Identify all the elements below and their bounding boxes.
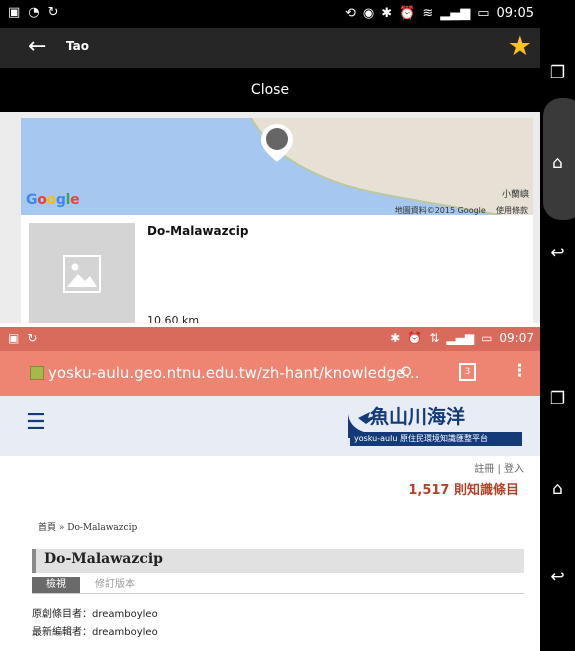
google-logo: Google — [26, 192, 80, 208]
reload-icon[interactable]: ⟲ — [398, 362, 411, 381]
alarm-icon: ⏰ — [399, 6, 416, 21]
back-arrow-icon[interactable]: ← — [28, 34, 46, 59]
hamburger-menu-icon[interactable]: ☰ — [26, 410, 46, 435]
map-copyright: 地圖資料©2015 Google — [394, 206, 486, 215]
cast-icon: ◔ — [28, 5, 40, 20]
google-logo-letter: e — [70, 192, 80, 208]
back-icon[interactable]: ↩ — [540, 238, 575, 268]
bluetooth-icon: ✱ — [381, 6, 393, 21]
favorite-star-icon[interactable]: ★ — [508, 31, 532, 62]
home-icon-2[interactable]: ⌂ — [540, 474, 575, 504]
status-bar: ▣ ◔ ↻ ⟲ ◉ ✱ ⏰ ≋ ▂▄▆ ▭ 09:05 — [0, 0, 540, 28]
google-logo-letter: o — [37, 192, 47, 208]
tab-switcher-icon[interactable]: 3 — [459, 363, 476, 381]
tab-revisions[interactable]: 修訂版本 — [95, 577, 135, 593]
map-app-screen: ▣ ◔ ↻ ⟲ ◉ ✱ ⏰ ≋ ▂▄▆ ▭ 09:05 ← Tao ★ Clos… — [0, 0, 540, 323]
app-title: Tao — [66, 39, 89, 53]
logo-title: 魚山川海洋 — [370, 406, 466, 428]
battery-icon: ▭ — [477, 6, 490, 21]
status-bar-2: ▣ ↻ ✱ ⏰ ⇅ ▂▄▆ ▭ 09:07 — [0, 327, 540, 351]
site-logo[interactable]: 魚山川海洋 yosku-aulu 原住民環境知識匯整平台 — [344, 402, 524, 450]
place-thumbnail — [29, 223, 135, 323]
rotate-icon: ⟲ — [344, 6, 356, 21]
breadcrumb[interactable]: 首頁 » Do-Malawazcip — [38, 520, 137, 533]
map-attribution: 地圖資料©2015 Google 使用條款 — [395, 205, 528, 215]
map-sea-shape — [21, 118, 502, 215]
alarm-icon: ⏰ — [407, 331, 423, 345]
place-distance: 10.60 km — [147, 314, 200, 323]
editor-line: 最新編輯者：dreamboyleo — [32, 627, 158, 638]
site-favicon-icon — [30, 366, 44, 380]
map-terms-link[interactable]: 使用條款 — [496, 206, 528, 215]
status-time: 09:05 — [496, 6, 534, 21]
google-logo-letter: g — [55, 192, 66, 208]
wifi-icon: ≋ — [422, 6, 434, 21]
auth-links[interactable]: 註冊 | 登入 — [474, 460, 524, 475]
back-icon-2[interactable]: ↩ — [540, 562, 575, 592]
nfc-icon: ◉ — [362, 6, 375, 21]
image-notification-icon: ▣ — [8, 331, 20, 345]
google-logo-letter: G — [26, 192, 38, 208]
logo-subtitle: yosku-aulu 原住民環境知識匯整平台 — [350, 432, 522, 446]
signal-icon: ▂▄▆ — [446, 331, 475, 345]
place-name: Do-Malawazcip — [147, 224, 249, 238]
image-placeholder-icon — [63, 255, 101, 293]
browser-url-bar: yosku-aulu.geo.ntnu.edu.tw/zh-hant/knowl… — [0, 351, 540, 396]
overflow-menu-icon[interactable]: ⋮ — [511, 361, 528, 381]
browser-screen: ▣ ↻ ✱ ⏰ ⇅ ▂▄▆ ▭ 09:07 yosku-aulu.geo.ntn… — [0, 327, 540, 651]
image-notification-icon: ▣ — [8, 5, 21, 20]
page-title: Do-Malawazcip — [44, 551, 163, 567]
map-view[interactable]: Google 小蘭嶼 地圖資料©2015 Google 使用條款 — [21, 118, 533, 215]
site-header: ☰ 魚山川海洋 yosku-aulu 原住民環境知識匯整平台 — [0, 396, 540, 456]
place-info-card[interactable]: Do-Malawazcip 10.60 km — [21, 215, 533, 323]
recent-apps-icon[interactable]: ❐ — [540, 58, 575, 88]
map-place-label: 小蘭嶼 — [501, 190, 529, 200]
close-button[interactable]: Close — [0, 68, 540, 112]
node-title-bar: Do-Malawazcip — [32, 549, 524, 573]
place-card-area: Google 小蘭嶼 地圖資料©2015 Google 使用條款 Do-Mala… — [0, 112, 540, 323]
4g-icon: ⇅ — [429, 331, 440, 345]
tab-divider — [32, 593, 524, 594]
bluetooth-icon: ✱ — [390, 331, 401, 345]
close-label: Close — [250, 82, 290, 98]
sync-icon: ↻ — [27, 331, 38, 345]
recent-apps-icon-2[interactable]: ❐ — [540, 384, 575, 414]
screenshot-collage: ▣ ◔ ↻ ⟲ ◉ ✱ ⏰ ≋ ▂▄▆ ▭ 09:05 ← Tao ★ Clos… — [0, 0, 575, 651]
entry-count: 1,517 則知識條目 — [408, 483, 519, 498]
google-logo-letter: o — [46, 192, 57, 208]
creator-line: 原創條目者：dreamboyleo — [32, 609, 158, 620]
status-time: 09:07 — [499, 331, 534, 345]
home-icon[interactable]: ⌂ — [540, 148, 575, 178]
tab-view[interactable]: 檢視 — [32, 577, 80, 593]
signal-icon: ▂▄▆ — [440, 6, 471, 21]
url-field[interactable]: yosku-aulu.geo.ntnu.edu.tw/zh-hant/knowl… — [48, 364, 420, 382]
sync-icon: ↻ — [47, 5, 59, 20]
battery-icon: ▭ — [481, 331, 493, 345]
system-nav-bar: ❐ ⌂ ↩ ❐ ⌂ ↩ — [540, 0, 575, 651]
app-bar: ← Tao ★ — [0, 28, 540, 68]
